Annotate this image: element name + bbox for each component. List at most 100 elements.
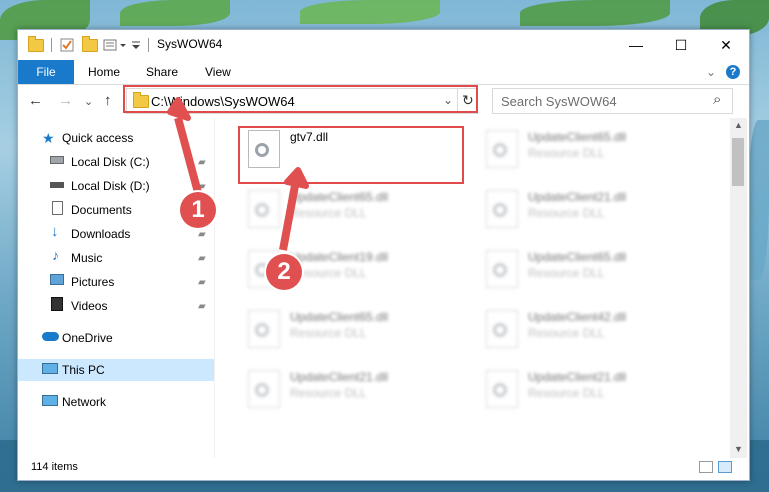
- sidebar-item-label: OneDrive: [62, 331, 113, 345]
- pictures-icon: [50, 274, 64, 285]
- file-highlight-box: [238, 126, 464, 184]
- sidebar-item-videos[interactable]: Videos ▰: [18, 295, 214, 317]
- dll-file-icon: [486, 250, 518, 288]
- maximize-button[interactable]: ☐: [658, 30, 704, 60]
- sidebar-item-label: Videos: [71, 299, 108, 313]
- file-explorer-window: SysWOW64 — ☐ ✕ File Home Share View ⌄ ? …: [17, 29, 750, 481]
- sidebar-item-label: Pictures: [71, 275, 115, 289]
- help-icon-glyph: ?: [726, 65, 740, 79]
- pin-icon[interactable]: ▰: [198, 253, 206, 264]
- sidebar-item-local-disk-c[interactable]: Local Disk (C:) ▰: [18, 151, 214, 173]
- file-name: UpdateClient42.dll: [528, 310, 627, 324]
- navigation-pane: ★ Quick access Local Disk (C:) ▰ Local D…: [18, 118, 215, 458]
- close-button[interactable]: ✕: [703, 30, 749, 60]
- pin-icon[interactable]: ▰: [198, 301, 206, 312]
- sidebar-item-pictures[interactable]: Pictures ▰: [18, 271, 214, 293]
- file-type: Resource DLL: [290, 386, 367, 400]
- tab-view[interactable]: View: [205, 60, 231, 84]
- sidebar-item-label: Network: [62, 395, 107, 409]
- back-button[interactable]: ←: [28, 92, 43, 109]
- up-button[interactable]: ↑: [104, 92, 112, 109]
- window-title: SysWOW64: [157, 37, 223, 51]
- sidebar-item-label: Local Disk (D:): [71, 179, 150, 193]
- file-item[interactable]: UpdateClient21.dll Resource DLL: [480, 366, 700, 410]
- file-item[interactable]: UpdateClient65.dll Resource DLL: [480, 246, 700, 290]
- sidebar-item-label: Quick access: [62, 131, 134, 145]
- file-type: Resource DLL: [528, 206, 605, 220]
- file-item[interactable]: UpdateClient65.dll Resource DLL: [242, 186, 462, 230]
- network-icon: [42, 395, 58, 406]
- file-name: UpdateClient65.dll: [290, 310, 389, 324]
- dll-file-icon: [248, 190, 280, 228]
- sidebar-item-music[interactable]: ♪ Music ▰: [18, 247, 214, 269]
- divider: [148, 38, 149, 52]
- documents-icon: [52, 201, 63, 215]
- file-type: Resource DLL: [290, 326, 367, 340]
- ribbon-collapse-icon[interactable]: ⌄: [706, 60, 716, 84]
- folder-icon: [28, 35, 44, 54]
- file-item[interactable]: UpdateClient42.dll Resource DLL: [480, 306, 700, 350]
- sidebar-item-quick-access[interactable]: ★ Quick access: [18, 127, 214, 149]
- file-item[interactable]: UpdateClient21.dll Resource DLL: [242, 366, 462, 410]
- dll-file-icon: [248, 370, 280, 408]
- minimize-button[interactable]: —: [613, 30, 659, 60]
- callout-badge-1: 1: [180, 192, 216, 228]
- tab-share[interactable]: Share: [146, 60, 178, 84]
- file-item[interactable]: UpdateClient21.dll Resource DLL: [480, 186, 700, 230]
- star-icon: ★: [42, 130, 55, 146]
- navigation-bar: ← → ⌄ ↑ C:\Windows\SysWOW64 ⌄ ↻ Search S…: [18, 85, 749, 117]
- recent-locations-button[interactable]: ⌄: [84, 95, 93, 108]
- dll-file-icon: [486, 190, 518, 228]
- music-icon: ♪: [52, 247, 59, 263]
- callout-badge-2: 2: [266, 254, 302, 290]
- sidebar-item-onedrive[interactable]: OneDrive: [18, 327, 214, 349]
- properties-icon[interactable]: [60, 36, 74, 54]
- sidebar-item-downloads[interactable]: ↓ Downloads ▰: [18, 223, 214, 245]
- file-item[interactable]: UpdateClient65.dll Resource DLL: [480, 126, 700, 170]
- large-icons-view-icon[interactable]: [718, 461, 732, 473]
- file-name: UpdateClient65.dll: [528, 130, 627, 144]
- search-placeholder: Search SysWOW64: [501, 94, 617, 109]
- status-bar: 114 items: [18, 458, 749, 480]
- sidebar-item-label: Music: [71, 251, 103, 265]
- dll-file-icon: [486, 370, 518, 408]
- new-folder-icon[interactable]: [82, 35, 98, 54]
- vertical-scrollbar[interactable]: ▲ ▼: [730, 118, 747, 458]
- file-type: Resource DLL: [528, 146, 605, 160]
- scroll-up-icon[interactable]: ▲: [734, 120, 743, 130]
- drive-icon: [50, 182, 64, 188]
- forward-button[interactable]: →: [58, 92, 73, 109]
- pin-icon[interactable]: ▰: [198, 157, 206, 168]
- pin-icon[interactable]: ▰: [198, 229, 206, 240]
- scroll-down-icon[interactable]: ▼: [734, 444, 743, 454]
- customize-toolbar-icon[interactable]: [103, 36, 129, 54]
- details-view-icon[interactable]: [699, 461, 713, 473]
- sidebar-item-network[interactable]: Network: [18, 391, 214, 413]
- file-name: UpdateClient21.dll: [528, 370, 627, 384]
- cloud-icon: [42, 332, 59, 341]
- file-type: Resource DLL: [528, 386, 605, 400]
- dll-file-icon: [248, 310, 280, 348]
- tab-home[interactable]: Home: [88, 60, 120, 84]
- file-name: UpdateClient65.dll: [290, 190, 389, 204]
- pin-icon[interactable]: ▰: [198, 277, 206, 288]
- downloads-icon: ↓: [51, 223, 59, 240]
- help-icon[interactable]: ?: [726, 60, 740, 84]
- ribbon-tabs: File Home Share View ⌄ ?: [18, 60, 749, 85]
- videos-icon: [51, 297, 63, 311]
- item-count: 114 items: [31, 461, 78, 473]
- search-input[interactable]: Search SysWOW64 ⌕: [492, 88, 733, 114]
- dropdown-icon[interactable]: [131, 36, 141, 54]
- dll-file-icon: [486, 310, 518, 348]
- sidebar-item-label: Downloads: [71, 227, 131, 241]
- pin-icon[interactable]: ▰: [198, 181, 206, 192]
- sidebar-item-label: Local Disk (C:): [71, 155, 150, 169]
- scrollbar-thumb[interactable]: [732, 138, 744, 186]
- address-highlight-box: [123, 85, 478, 113]
- sidebar-item-local-disk-d[interactable]: Local Disk (D:) ▰: [18, 175, 214, 197]
- tab-file[interactable]: File: [18, 60, 74, 84]
- sidebar-item-label: Documents: [71, 203, 132, 217]
- title-bar: SysWOW64 — ☐ ✕: [18, 30, 749, 60]
- file-item[interactable]: UpdateClient65.dll Resource DLL: [242, 306, 462, 350]
- sidebar-item-this-pc[interactable]: This PC: [18, 359, 214, 381]
